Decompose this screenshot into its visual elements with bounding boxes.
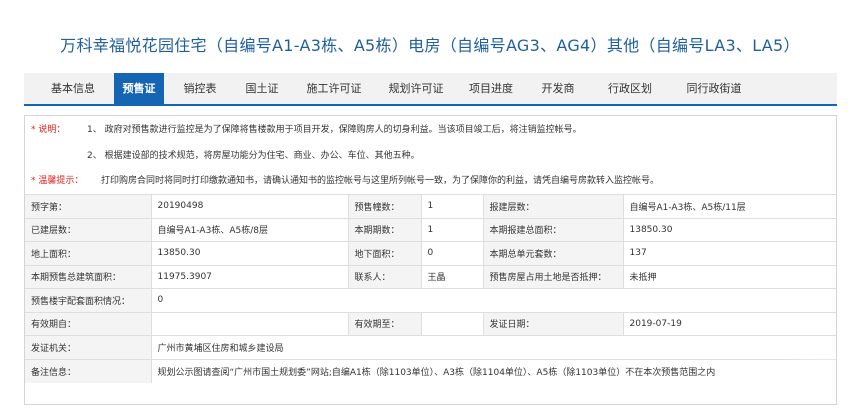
field-label: 预售幢数： — [348, 194, 422, 218]
tab-land-certificate[interactable]: 国土证 — [232, 73, 292, 104]
field-value: 0 — [151, 288, 836, 312]
notes-section: * 说明： 1、 政府对预售款进行监控是为了保障将售楼款用于项目开发，保障购房人… — [25, 116, 836, 194]
tab-project-progress[interactable]: 项目进度 — [460, 73, 522, 104]
field-label: 联系人： — [348, 264, 422, 289]
table-row: 预售楼宇配套面积情况： 0 — [25, 288, 836, 312]
note-label: * 说明： — [31, 125, 66, 135]
field-value: 1 — [421, 194, 484, 218]
table-row: 已建层数： 自编号A1-A3栋、A5栋/8层 本期期数： 1 本期报建总面积： … — [25, 217, 836, 242]
field-value: 2019-07-19 — [623, 311, 836, 336]
field-value: 自编号A1-A3栋、A5栋/8层 — [151, 217, 349, 242]
tab-planning-permit[interactable]: 规划许可证 — [378, 73, 454, 104]
tab-same-street[interactable]: 同行政街道 — [672, 73, 756, 104]
tab-basic-info[interactable]: 基本信息 — [34, 73, 112, 104]
tip-label: * 温馨提示： — [31, 176, 84, 186]
tab-sales-control[interactable]: 销控表 — [170, 73, 230, 104]
field-label: 本期期数： — [348, 217, 422, 242]
page-title: 万科幸福悦花园住宅（自编号A1-A3栋、A5栋）电房（自编号AG3、AG4）其他… — [60, 36, 800, 55]
field-value: 13850.30 — [151, 241, 349, 265]
field-label: 本期总单元套数： — [483, 241, 624, 265]
field-label: 本期报建总面积： — [483, 217, 624, 242]
field-value: 11975.3907 — [151, 264, 349, 289]
table-row: 地上面积： 13850.30 地下面积： 0 本期总单元套数： 137 — [25, 241, 836, 265]
field-label: 备注信息： — [25, 358, 152, 383]
field-value: 1 — [421, 217, 484, 242]
field-label: 发证机关： — [25, 335, 152, 359]
note-line-1: 1、 政府对预售款进行监控是为了保障将售楼款用于项目开发，保障购房人的切身利益。… — [87, 125, 582, 135]
field-label: 预售楼宇配套面积情况： — [25, 288, 152, 312]
table-row: 本期预售总建筑面积： 11975.3907 联系人： 王晶 预售房屋占用土地是否… — [25, 264, 836, 289]
presale-number-value: 20190498 — [151, 194, 349, 218]
field-value — [421, 311, 484, 336]
field-value: 规划公示图请查阅“广州市国土规划委”网站;自编A1栋（除1103单位）、A3栋（… — [151, 358, 836, 383]
table-row: 发证机关： 广州市黄埔区住房和城乡建设局 — [25, 335, 836, 359]
field-label: 本期预售总建筑面积： — [25, 264, 152, 289]
tab-admin-district[interactable]: 行政区划 — [594, 73, 666, 104]
field-value: 未抵押 — [623, 264, 836, 289]
field-value: 广州市黄埔区住房和城乡建设局 — [151, 335, 836, 359]
field-value: 137 — [623, 241, 836, 265]
note-line-2: 2、 根据建设部的技术规范，将房屋功能分为住宅、商业、办公、车位、其他五种。 — [87, 151, 420, 161]
field-label: 报建层数： — [483, 194, 624, 218]
tab-presale-permit[interactable]: 预售证 — [114, 73, 164, 104]
field-value: 0 — [421, 241, 484, 265]
field-value — [151, 311, 349, 336]
field-label: 预售房屋占用土地是否抵押： — [483, 264, 624, 289]
tab-developer[interactable]: 开发商 — [528, 73, 588, 104]
field-label: 有效期至： — [348, 311, 422, 336]
table-row: 预字第： 20190498 预售幢数： 1 报建层数： 自编号A1-A3栋、A5… — [25, 194, 836, 218]
field-label: 已建层数： — [25, 217, 152, 242]
tab-construction-permit[interactable]: 施工许可证 — [296, 73, 372, 104]
tip-text: 打印购房合同时将同时打印缴款通知书，请确认通知书的监控帐号与这里所列帐号一致，为… — [101, 176, 660, 186]
field-label: 地下面积： — [348, 241, 422, 265]
table-row: 备注信息： 规划公示图请查阅“广州市国土规划委”网站;自编A1栋（除1103单位… — [25, 358, 836, 383]
field-label: 发证日期： — [483, 311, 624, 336]
field-value: 13850.30 — [623, 217, 836, 242]
field-label: 有效期自： — [25, 311, 152, 336]
tab-bar: 基本信息 预售证 销控表 国土证 施工许可证 规划许可证 项目进度 开发商 行政… — [24, 73, 837, 106]
corner-fade — [766, 344, 836, 404]
field-value: 自编号A1-A3栋、A5栋/11层 — [623, 194, 836, 218]
field-label: 地上面积： — [25, 241, 152, 265]
table-row: 有效期自： 有效期至： 发证日期： 2019-07-19 — [25, 311, 836, 336]
field-value: 王晶 — [421, 264, 484, 289]
field-label: 预字第： — [25, 194, 152, 218]
presale-permit-panel: * 说明： 1、 政府对预售款进行监控是为了保障将售楼款用于项目开发，保障购房人… — [24, 115, 837, 405]
presale-info-table: 预字第： 20190498 预售幢数： 1 报建层数： 自编号A1-A3栋、A5… — [25, 194, 836, 383]
